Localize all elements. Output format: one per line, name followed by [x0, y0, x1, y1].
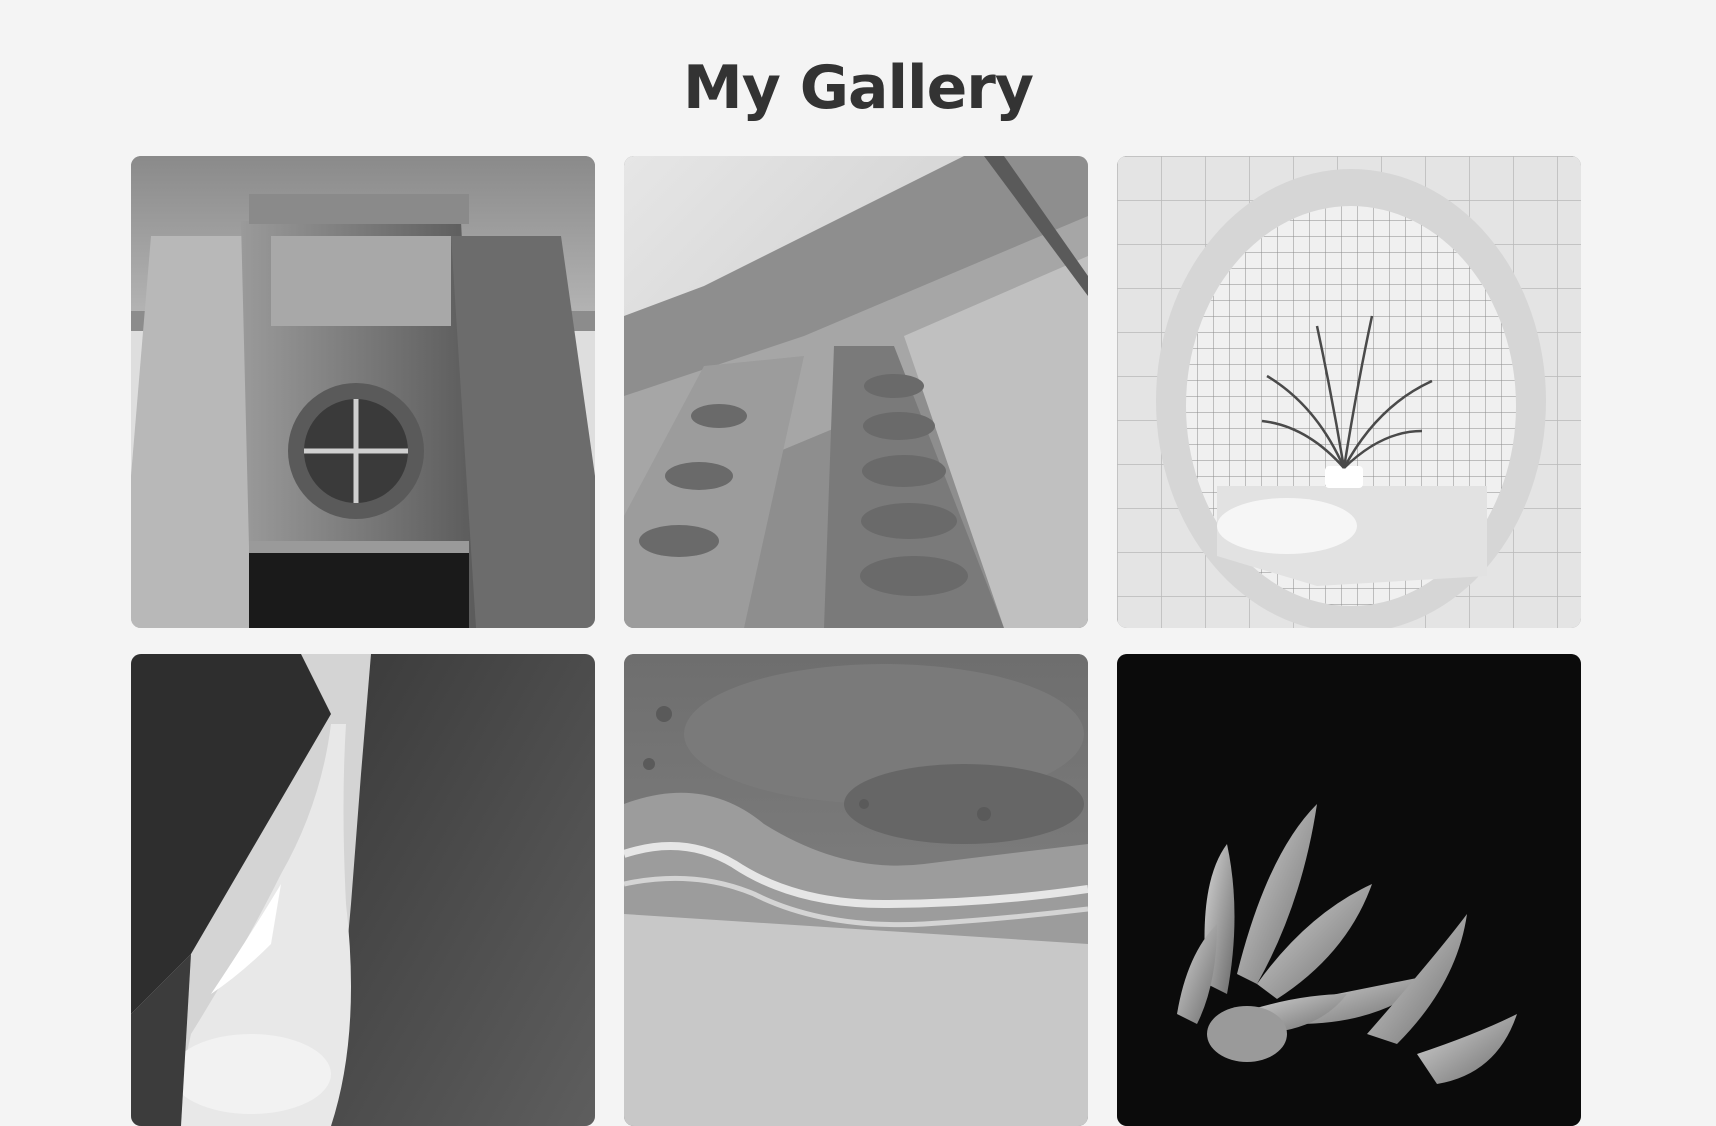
gallery-item[interactable]	[131, 654, 595, 1126]
gallery-image-building	[131, 156, 595, 628]
gallery-image-flower	[1117, 654, 1581, 1126]
gallery-item[interactable]	[624, 654, 1088, 1126]
page-title: My Gallery	[683, 53, 1034, 123]
gallery-item[interactable]	[1117, 156, 1581, 628]
gallery-image-tiled-room	[1117, 156, 1581, 628]
gallery-image-cathedral	[624, 156, 1088, 628]
gallery-item[interactable]	[624, 156, 1088, 628]
gallery-item[interactable]	[1117, 654, 1581, 1126]
gallery-image-shoreline	[624, 654, 1088, 1126]
gallery-grid	[131, 156, 1581, 1126]
gallery-item[interactable]	[131, 156, 595, 628]
gallery-image-waterfall	[131, 654, 595, 1126]
